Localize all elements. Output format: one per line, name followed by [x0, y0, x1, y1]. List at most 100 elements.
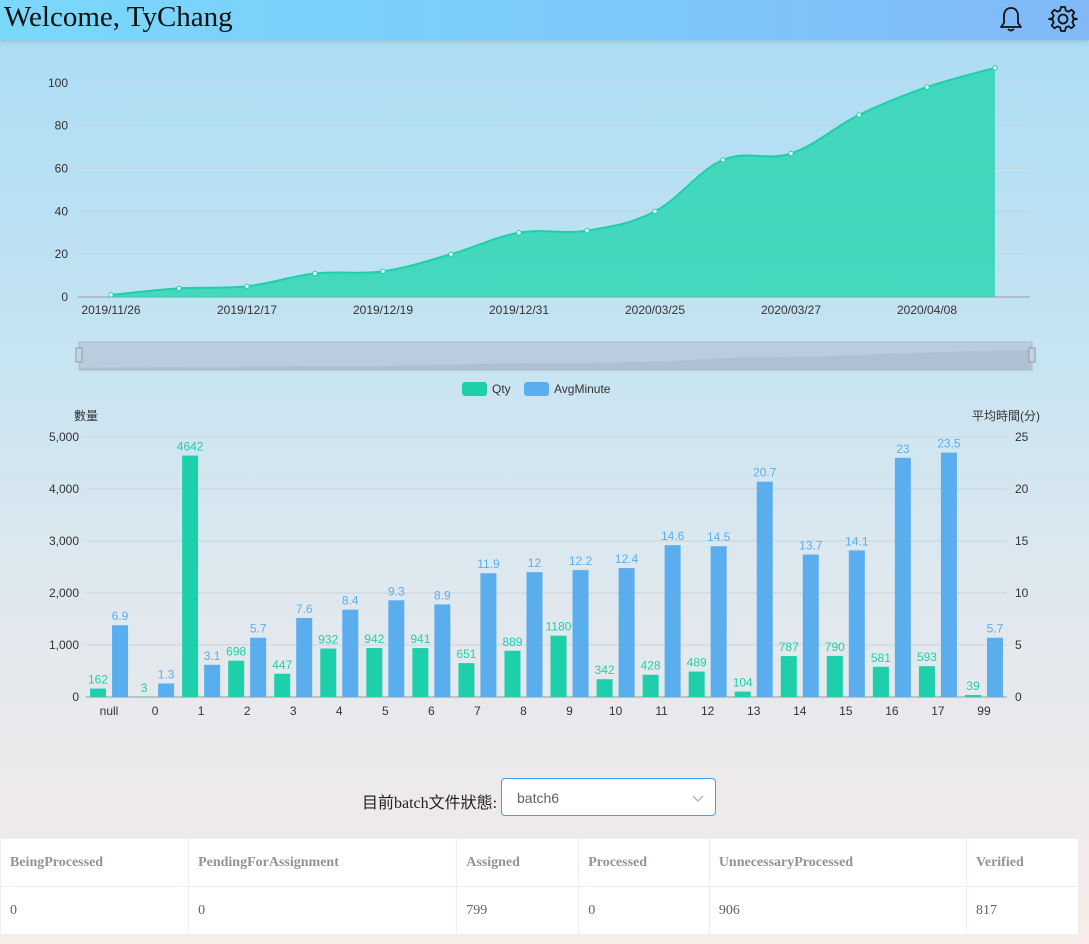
x-tick-label: 12	[701, 704, 715, 718]
data-point	[584, 227, 590, 234]
bar-avgminute	[342, 609, 359, 697]
bar-qty	[182, 455, 199, 697]
x-tick-label: 9	[566, 704, 573, 718]
bar-value-label: 162	[88, 673, 108, 687]
data-point	[720, 157, 726, 163]
x-tick-label: 2	[244, 704, 251, 718]
chevron-down-icon	[692, 795, 704, 802]
y-tick-label: 60	[55, 162, 69, 176]
bar-value-label: 787	[779, 640, 799, 654]
bar-value-label: 651	[456, 647, 476, 661]
bar-qty	[136, 696, 153, 698]
batch-label: 目前batch文件狀態:	[362, 795, 498, 812]
bar-avgminute	[710, 546, 727, 697]
col-header: Assigned	[456, 838, 580, 887]
right-tick-label: 20	[1015, 482, 1029, 496]
right-tick-label: 0	[1015, 690, 1022, 704]
x-tick-label: 2019/12/19	[353, 303, 413, 317]
bar-value-label: 9.3	[388, 584, 405, 598]
bar-qty	[274, 673, 291, 697]
bar-value-label: 5.7	[250, 622, 267, 636]
bar-avgminute	[296, 617, 313, 697]
table-cell: 0	[578, 886, 710, 935]
x-tick-label: 2020/04/08	[897, 303, 957, 317]
data-point	[516, 230, 522, 236]
bar-avgminute	[664, 545, 681, 697]
top-bar: Welcome, TyChang	[0, 0, 1089, 40]
col-header: Verified	[966, 838, 1079, 887]
data-point	[448, 251, 454, 257]
data-point	[652, 208, 658, 215]
x-tick-label: 2019/11/26	[81, 303, 140, 317]
legend-item-avgminute[interactable]: AvgMinute	[524, 382, 611, 396]
left-tick-label: 0	[72, 690, 79, 704]
y-tick-label: 0	[61, 290, 68, 304]
bar-value-label: 12.4	[615, 552, 639, 566]
x-tick-label: 16	[885, 704, 899, 718]
bar-value-label: 6.9	[112, 609, 129, 623]
bar-avgminute	[204, 664, 221, 697]
col-header: Processed	[578, 838, 710, 887]
batch-select[interactable]: batch6	[501, 778, 716, 816]
batch-selected-value: batch6	[517, 790, 560, 806]
bar-avgminute	[112, 625, 129, 697]
legend-item-qty[interactable]: Qty	[462, 382, 511, 396]
x-tick-label: 7	[474, 704, 481, 718]
zoom-slider-right-handle[interactable]	[1028, 347, 1036, 363]
area-series-fill	[111, 67, 995, 297]
bell-icon[interactable]	[996, 4, 1026, 34]
x-tick-label: 4	[336, 704, 343, 718]
bar-avgminute	[802, 554, 819, 697]
bar-avgminute	[158, 683, 175, 697]
bar-avgminute	[480, 573, 497, 697]
col-header: UnnecessaryProcessed	[708, 838, 968, 887]
bar-qty	[826, 655, 843, 697]
bar-qty	[642, 674, 659, 697]
col-header: BeingProcessed	[0, 838, 190, 887]
data-point	[992, 65, 998, 71]
data-point	[924, 84, 930, 90]
table-cell: 0	[0, 886, 190, 935]
bar-value-label: 447	[272, 658, 292, 672]
bar-value-label: 1.3	[158, 667, 175, 681]
left-axis-label: 數量	[74, 409, 98, 423]
zoom-slider-left-handle[interactable]	[75, 347, 83, 363]
x-tick-label: 0	[152, 704, 159, 718]
bar-qty	[964, 694, 981, 697]
gear-icon[interactable]	[1048, 4, 1078, 34]
bar-avgminute	[756, 481, 773, 697]
chart-legend[interactable]: Qty AvgMinute	[462, 382, 611, 396]
zoom-slider[interactable]	[75, 341, 1036, 371]
bar-qty	[90, 688, 107, 697]
bar-value-label: 1180	[546, 620, 572, 634]
bar-avgminute	[526, 572, 543, 697]
area-y-axis: 0 20 40 60 80 100	[48, 76, 68, 304]
bar-value-label: 104	[733, 676, 753, 690]
bar-value-label: 5.7	[987, 622, 1004, 636]
bar-value-label: 942	[364, 632, 384, 646]
bar-value-label: 14.6	[661, 529, 685, 543]
bar-series: 162 6.9 3 1.3 4642 3.1 698 5.7 447 7.6 932 8.4 942 9.…	[88, 437, 1004, 698]
bar-avgminute	[894, 457, 911, 697]
table-cell: 817	[966, 886, 1079, 935]
legend-swatch	[524, 382, 549, 396]
table-cell: 799	[456, 886, 580, 935]
left-tick-label: 2,000	[49, 586, 79, 600]
right-axis-label: 平均時間(分)	[972, 409, 1040, 423]
right-tick-label: 10	[1015, 586, 1029, 600]
bar-avgminute	[250, 637, 267, 697]
bar-value-label: 3.1	[204, 649, 221, 663]
bar-value-label: 12.2	[569, 554, 593, 568]
y-tick-label: 100	[48, 76, 68, 90]
bar-value-label: 14.5	[707, 530, 731, 544]
bar-value-label: 428	[641, 659, 661, 673]
bar-qty	[780, 656, 797, 697]
bar-value-label: 941	[410, 632, 430, 646]
right-tick-label: 5	[1015, 638, 1022, 652]
x-tick-label: 10	[609, 704, 623, 718]
bar-value-label: 8.9	[434, 588, 451, 602]
bar-value-label: 12	[528, 556, 542, 570]
x-tick-label: 15	[839, 704, 853, 718]
data-point	[244, 283, 250, 289]
bar-avgminute	[434, 604, 451, 697]
